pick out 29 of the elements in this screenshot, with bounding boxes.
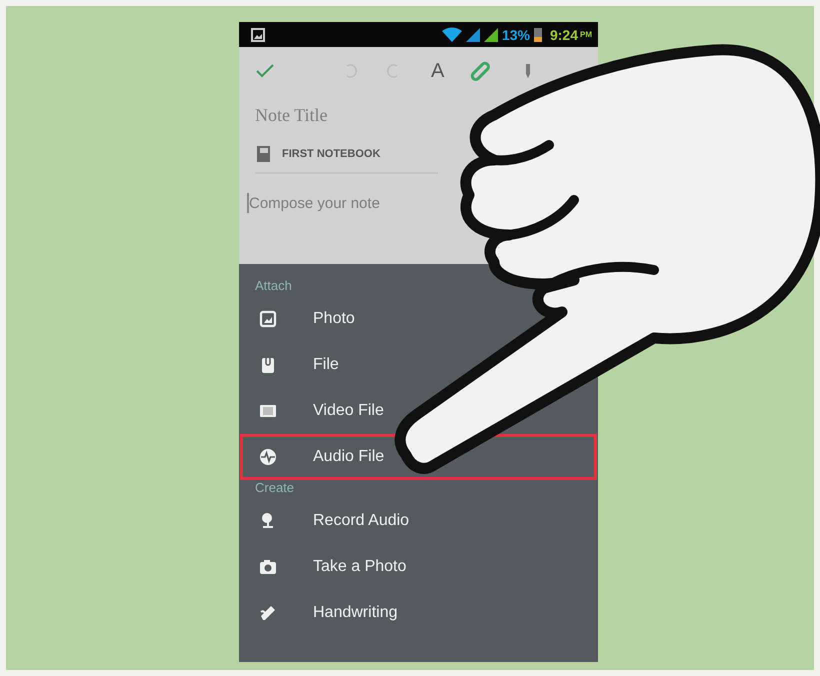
battery-icon (534, 27, 542, 42)
menu-item[interactable]: Handwriting (240, 590, 412, 636)
photo-icon (259, 310, 277, 328)
clock-time: 9:24 (550, 26, 578, 42)
clock-period: PM (580, 30, 592, 39)
menu-item[interactable]: Record Audio (240, 498, 424, 544)
paperclip-icon[interactable] (470, 61, 490, 81)
camera-icon (259, 558, 277, 576)
signal-icon (484, 28, 498, 42)
section-heading: Attach (255, 278, 293, 295)
menu-item[interactable]: Photo (240, 296, 370, 342)
compose-field[interactable]: Compose your note (247, 192, 437, 214)
menu-item[interactable]: Video File (240, 388, 399, 434)
section-heading: Create (255, 480, 296, 497)
notebook-icon[interactable] (257, 146, 270, 162)
image-icon (251, 28, 265, 42)
file-icon (259, 356, 277, 374)
audio-icon (259, 448, 277, 466)
title-field[interactable]: Note Title (255, 105, 455, 126)
pen-icon (259, 604, 277, 622)
battery-percent: 13% (502, 26, 530, 42)
wifi-icon (442, 27, 462, 42)
menu-item[interactable]: File (240, 342, 354, 388)
text-format-button[interactable]: A (431, 60, 444, 82)
video-icon (259, 402, 277, 420)
check-icon[interactable] (256, 64, 274, 78)
notebook-selector[interactable]: FIRST NOTEBOOK (282, 148, 380, 160)
menu-item[interactable]: Take a Photo (240, 544, 422, 590)
signal-icon (466, 28, 480, 42)
